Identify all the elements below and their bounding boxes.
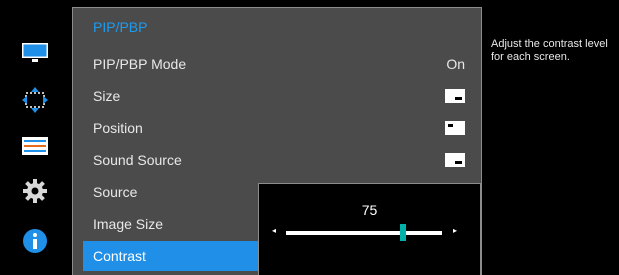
picture-icon[interactable] xyxy=(22,40,48,66)
help-description: Adjust the contrast level for each scree… xyxy=(491,38,608,63)
menu-item-label: Size xyxy=(93,88,121,104)
contrast-value: 75 xyxy=(361,202,378,218)
menu-item-pip-pbp-mode[interactable]: PIP/PBP Mode On xyxy=(83,49,472,79)
settings-gear-icon[interactable] xyxy=(22,178,48,204)
menu-item-label: Sound Source xyxy=(93,152,182,168)
menu-item-label: PIP/PBP Mode xyxy=(93,56,187,72)
pip-position-icon xyxy=(445,121,465,135)
menu-item-label: Image Size xyxy=(93,216,164,232)
slider-thumb[interactable] xyxy=(400,224,406,241)
contrast-adjust-popup: 75 ◂ ▸ xyxy=(258,183,481,275)
increase-arrow-icon[interactable]: ▸ xyxy=(453,227,457,235)
menu-item-label: Contrast xyxy=(93,248,146,264)
system-icon[interactable] xyxy=(22,133,48,159)
decrease-arrow-icon[interactable]: ◂ xyxy=(272,227,276,235)
contrast-slider[interactable] xyxy=(286,224,442,241)
sound-source-icon xyxy=(445,153,465,167)
menu-title: PIP/PBP xyxy=(93,19,148,35)
menu-item-label: Source xyxy=(93,184,138,200)
menu-item-size[interactable]: Size xyxy=(83,81,472,111)
menu-item-label: Position xyxy=(93,120,143,136)
pip-size-icon xyxy=(445,89,465,103)
menu-item-position[interactable]: Position xyxy=(83,113,472,143)
pip-pbp-mode-value: On xyxy=(446,56,465,72)
onscreen-display-position-icon[interactable] xyxy=(22,87,48,113)
information-icon[interactable] xyxy=(22,228,48,254)
sidebar xyxy=(0,0,72,275)
menu-item-sound-source[interactable]: Sound Source xyxy=(83,145,472,175)
